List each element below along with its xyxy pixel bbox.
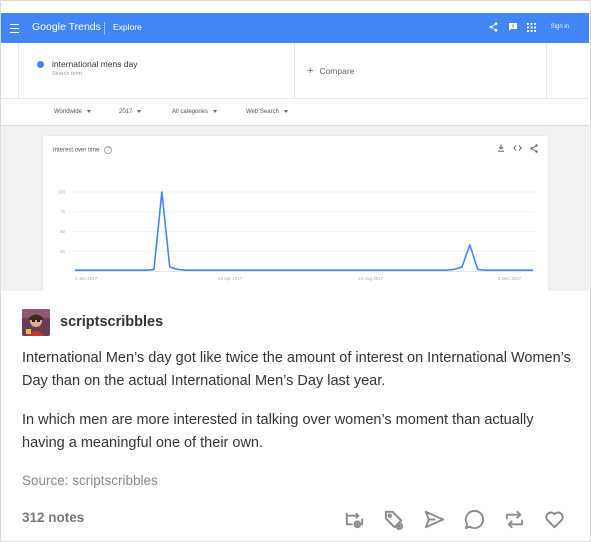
share-icon[interactable] — [422, 507, 446, 531]
apps-grid-icon[interactable] — [527, 21, 537, 33]
trends-header: Google Trends Explore Sign in — [1, 13, 589, 43]
explore-link[interactable]: Explore — [113, 22, 142, 32]
region-label: Worldwide — [54, 109, 82, 115]
caret-down-icon — [137, 109, 142, 113]
card-title-label: Interest over time — [53, 147, 100, 154]
embed-code-icon[interactable] — [513, 144, 522, 155]
notes-count[interactable]: 312 notes — [22, 510, 84, 525]
series-color-dot — [37, 61, 44, 68]
header-divider — [104, 22, 105, 35]
post-actions — [342, 507, 566, 531]
category-dropdown[interactable]: All categories — [172, 109, 218, 115]
interest-series-line — [75, 191, 533, 272]
reply-icon[interactable] — [462, 507, 486, 531]
property-label: Web Search — [246, 109, 279, 115]
compare-label: Compare — [319, 66, 355, 76]
post-paragraph: In which men are more interested in talk… — [22, 412, 534, 451]
like-icon[interactable] — [542, 507, 566, 531]
y-tick-label: 75 — [60, 209, 66, 214]
tumblr-post: scriptscribbles International Men’s day … — [0, 291, 591, 542]
signin-button[interactable]: Sign in — [551, 24, 569, 30]
y-tick-label: 100 — [57, 190, 65, 195]
caret-down-icon — [213, 109, 218, 113]
avatar[interactable] — [22, 309, 50, 336]
trends-logo[interactable]: Google Trends — [32, 21, 101, 33]
reblog-icon[interactable] — [502, 507, 526, 531]
search-term[interactable]: international mens day — [52, 59, 138, 69]
card-title: Interest over time? — [53, 146, 113, 154]
share-chart-icon[interactable] — [530, 144, 538, 155]
search-term-type: Search term — [52, 71, 82, 77]
tag-icon[interactable] — [382, 507, 406, 531]
post-source[interactable]: Source: scriptscribbles — [22, 473, 158, 488]
search-bar: international mens day Search term + Comp… — [1, 43, 589, 98]
help-icon[interactable]: ? — [104, 146, 113, 154]
x-tick-label: 23 Apr 2017 — [218, 276, 243, 281]
hamburger-menu-icon[interactable] — [10, 21, 20, 35]
caret-down-icon — [283, 109, 288, 113]
download-icon[interactable] — [497, 144, 505, 155]
filters-bar: Worldwide 2017 All categories Web Search — [1, 98, 589, 126]
period-label: 2017 — [119, 109, 133, 115]
x-tick-label: 3 Dec 2017 — [498, 276, 522, 281]
post-author[interactable]: scriptscribbles — [60, 314, 163, 330]
caret-down-icon — [86, 109, 91, 113]
feedback-icon[interactable] — [508, 21, 518, 33]
compare-button[interactable]: + Compare — [307, 65, 354, 77]
interest-over-time-card: Interest over time? 100 75 50 25 1 Jan 2017 2… — [43, 136, 548, 291]
post-paragraph: International Men’s day got like twice t… — [22, 350, 571, 389]
category-label: All categories — [172, 109, 209, 115]
interest-line-chart: 100 75 50 25 1 Jan 2017 23 Apr 2017 13 Aug 201… — [57, 190, 535, 281]
region-dropdown[interactable]: Worldwide — [54, 109, 91, 115]
share-icon[interactable] — [489, 21, 499, 33]
plus-icon: + — [307, 65, 314, 77]
y-tick-label: 25 — [60, 249, 66, 254]
watch-reblog-icon[interactable] — [342, 507, 366, 531]
x-tick-label: 1 Jan 2017 — [75, 276, 98, 281]
google-trends-embed: Google Trends Explore Sign in internatio… — [1, 13, 589, 291]
x-tick-label: 13 Aug 2017 — [358, 276, 384, 281]
y-tick-label: 50 — [60, 229, 66, 234]
period-dropdown[interactable]: 2017 — [119, 109, 142, 115]
property-dropdown[interactable]: Web Search — [246, 109, 288, 115]
